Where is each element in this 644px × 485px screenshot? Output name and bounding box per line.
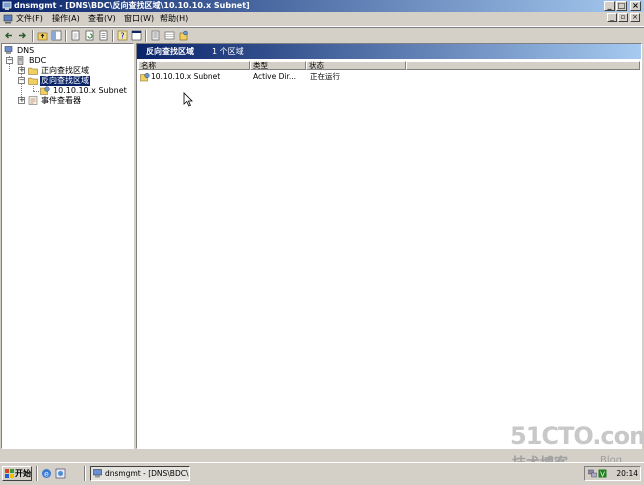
vmware-tools-icon[interactable]: V <box>598 469 607 478</box>
details-header: 反向查找区域 1 个区域 <box>137 44 641 59</box>
row-status: 正在运行 <box>310 72 340 81</box>
mdi-minimize-button[interactable]: _ <box>607 13 617 22</box>
detail-view-icon[interactable] <box>164 30 175 41</box>
mdi-close-button[interactable]: × <box>630 13 640 22</box>
window-title: dnsmgmt - [DNS\BDC\反向查找区域\10.10.10.x Sub… <box>14 1 250 10</box>
tree-label: 正向查找区域 <box>41 66 89 75</box>
refresh-icon[interactable] <box>84 30 95 41</box>
tree-item-dns[interactable]: DNS <box>4 46 124 56</box>
start-button[interactable]: 开始 <box>2 466 32 481</box>
minimize-button[interactable]: _ <box>604 1 615 11</box>
forward-zones-expander[interactable]: + <box>18 67 25 74</box>
reverse-zones-expander[interactable]: − <box>18 77 25 84</box>
column-header-status[interactable]: 状态 <box>306 61 406 70</box>
forward-arrow-icon[interactable] <box>17 30 28 41</box>
help-icon[interactable]: ? <box>117 30 128 41</box>
row-name: 10.10.10.x Subnet <box>151 72 221 81</box>
close-button[interactable]: × <box>630 1 641 11</box>
back-arrow-icon[interactable] <box>3 30 14 41</box>
column-header-type[interactable]: 类型 <box>250 61 306 70</box>
console-window-icon[interactable] <box>131 30 142 41</box>
list-view-icon[interactable] <box>150 30 161 41</box>
tree-item-event-viewer[interactable]: 事件查看器 <box>28 96 128 106</box>
title-bar[interactable]: dnsmgmt - [DNS\BDC\反向查找区域\10.10.10.x Sub… <box>0 0 644 12</box>
menu-bar: 文件(F) 操作(A) 查看(V) 窗口(W) 帮助(H) <box>0 12 644 27</box>
up-folder-icon[interactable] <box>37 30 48 41</box>
open-folder-icon <box>28 77 38 85</box>
system-tray: V 20:14 <box>584 466 641 481</box>
event-viewer-expander[interactable]: + <box>18 97 25 104</box>
menu-view[interactable]: 查看(V) <box>88 14 116 24</box>
internet-explorer-icon[interactable]: e <box>41 468 52 479</box>
column-header-name[interactable]: 名称 <box>138 61 250 70</box>
explorer-icon[interactable] <box>55 468 66 479</box>
zone-icon <box>140 73 150 82</box>
column-header-filler <box>406 61 640 70</box>
watermark-site: 51CTO.com <box>510 422 644 450</box>
tree-label: 事件查看器 <box>41 96 81 105</box>
svg-text:e: e <box>44 470 49 479</box>
mdi-restore-button[interactable]: ▫ <box>618 13 628 22</box>
tree-item-reverse-zones[interactable]: 反向查找区域 <box>28 76 128 86</box>
tree-item-bdc[interactable]: BDC <box>16 56 116 66</box>
show-tree-icon[interactable] <box>51 30 62 41</box>
clock: 20:14 <box>616 469 638 478</box>
server-icon <box>17 56 24 65</box>
console-tree: DNS − BDC + 正向查找区域 − 反向查找区域 10.10.10.x S… <box>1 43 134 449</box>
menu-action[interactable]: 操作(A) <box>52 14 80 24</box>
row-type: Active Dir... <box>253 72 296 81</box>
details-header-title: 反向查找区域 <box>146 47 194 56</box>
svg-text:?: ? <box>120 32 124 41</box>
windows-logo-icon <box>5 469 14 478</box>
zone-icon <box>40 86 50 95</box>
toolbar: ? <box>0 27 644 44</box>
mouse-cursor-icon <box>183 92 193 107</box>
dns-icon <box>4 46 13 54</box>
tree-label: BDC <box>29 56 47 65</box>
details-pane: 反向查找区域 1 个区域 名称 类型 状态 10.10.10.x Subnet … <box>136 43 642 449</box>
export-list-icon[interactable] <box>98 30 109 41</box>
svg-text:V: V <box>600 471 605 479</box>
tree-label: 10.10.10.x Subnet <box>53 86 127 95</box>
network-icon[interactable] <box>588 469 597 478</box>
event-viewer-icon <box>28 96 38 105</box>
dns-app-icon <box>2 1 12 10</box>
tree-item-subnet[interactable]: 10.10.10.x Subnet <box>40 86 132 96</box>
new-zone-icon[interactable] <box>178 30 189 41</box>
menu-window[interactable]: 窗口(W) <box>124 14 154 24</box>
dns-app-icon <box>93 469 102 478</box>
menu-file[interactable]: 文件(F) <box>16 14 43 24</box>
bdc-expander[interactable]: − <box>6 57 13 64</box>
taskbar-item-dnsmgmt[interactable]: dnsmgmt - [DNS\BDC\... <box>90 466 190 481</box>
console-icon[interactable] <box>3 14 13 24</box>
maximize-button[interactable]: □ <box>616 1 627 11</box>
taskbar-item-label: dnsmgmt - [DNS\BDC\... <box>105 469 190 478</box>
properties-icon[interactable] <box>70 30 81 41</box>
start-label: 开始 <box>15 469 31 478</box>
tree-label: DNS <box>17 46 35 55</box>
menu-help[interactable]: 帮助(H) <box>160 14 188 24</box>
details-header-count: 1 个区域 <box>212 47 244 56</box>
folder-icon <box>28 67 38 75</box>
taskbar: 开始 e dnsmgmt - [DNS\BDC\... V 20:14 <box>0 462 644 485</box>
tree-label: 反向查找区域 <box>40 76 90 86</box>
tree-item-forward-zones[interactable]: 正向查找区域 <box>28 66 128 76</box>
